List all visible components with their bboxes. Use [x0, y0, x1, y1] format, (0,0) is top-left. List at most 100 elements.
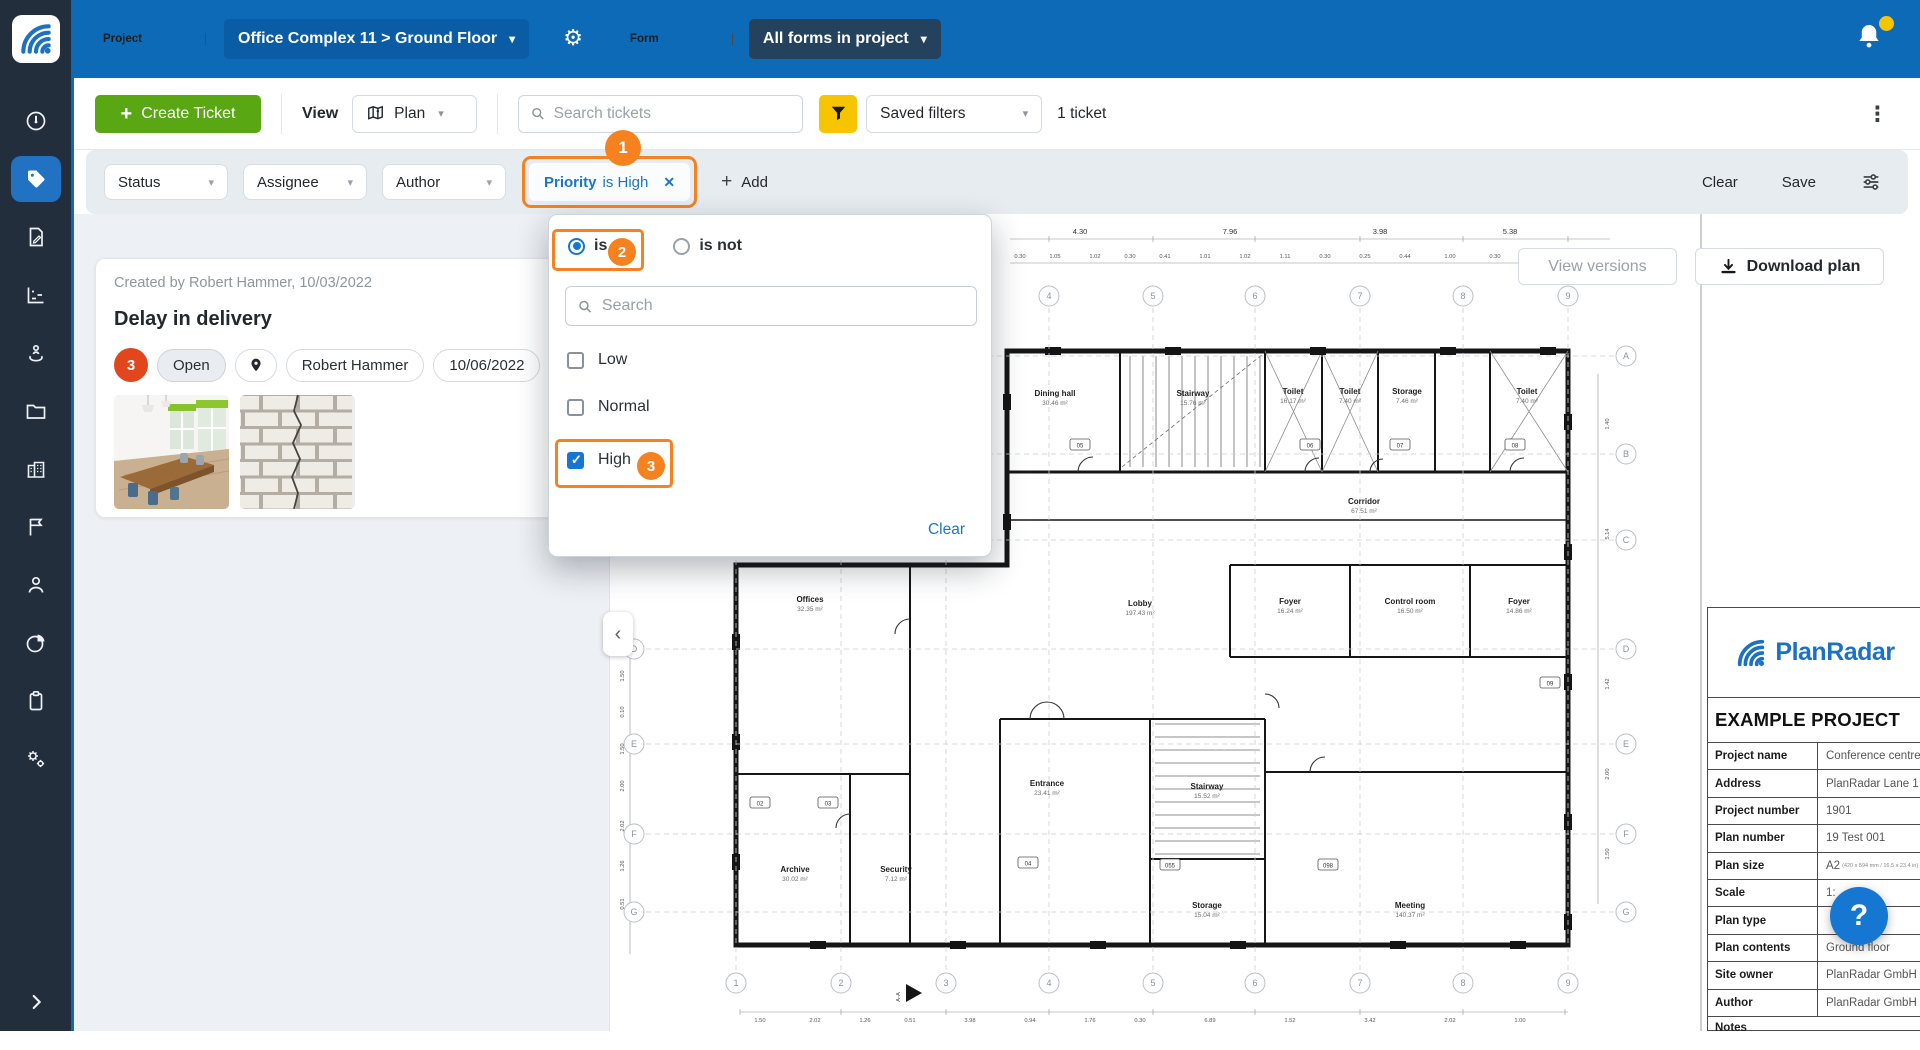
thumbnail-meeting-room[interactable]	[114, 395, 229, 509]
cracked-brick-wall-photo	[240, 395, 352, 509]
filter-button[interactable]	[819, 95, 857, 133]
room-label: Toilet	[1283, 387, 1304, 396]
dimension-label: 2.02	[809, 1018, 820, 1024]
checkbox-normal[interactable]	[567, 399, 584, 416]
operator-is-not-radio[interactable]	[673, 238, 690, 255]
flag-icon	[24, 515, 48, 539]
room-area-label: 32.35 m²	[797, 606, 823, 613]
view-versions-button[interactable]: View versions	[1518, 248, 1677, 285]
grid-column-label: 5	[1150, 291, 1155, 301]
sidebar-item-contacts[interactable]	[0, 556, 71, 614]
room-label: Dining hall	[1035, 389, 1076, 398]
view-mode-selector[interactable]: Plan ▾	[352, 95, 477, 133]
annotation-highlight-priority-chip: Priority is High ✕	[522, 156, 697, 208]
plus-icon: +	[721, 171, 732, 193]
sidebar-item-reports[interactable]	[0, 614, 71, 672]
download-icon	[1719, 257, 1738, 276]
ticket-count: 1 ticket	[1057, 105, 1106, 123]
search-tickets-input[interactable]	[554, 105, 792, 123]
door-tag-label: 04	[1025, 862, 1032, 868]
tag-icon	[24, 167, 48, 191]
sidebar-expand-button[interactable]	[0, 991, 71, 1013]
filter-settings-button[interactable]	[1860, 171, 1882, 193]
room-label: Foyer	[1279, 597, 1301, 606]
sidebar-item-dashboard[interactable]	[0, 92, 71, 150]
sliders-icon	[1860, 171, 1882, 193]
checkbox-low[interactable]	[567, 352, 584, 369]
sidebar-item-documents[interactable]	[0, 382, 71, 440]
filter-chip-assignee[interactable]: Assignee ▾	[243, 164, 367, 200]
option-search	[565, 286, 977, 326]
option-label: Low	[598, 351, 627, 369]
room-area-label: 14.86 m²	[1506, 608, 1532, 615]
planradar-swirl-icon	[17, 20, 55, 58]
room-label: Meeting	[1395, 901, 1425, 910]
operator-is-radio[interactable]	[568, 238, 585, 255]
more-options-kebab-icon[interactable]: ⋮	[1867, 102, 1888, 126]
notifications-button[interactable]	[1854, 20, 1892, 58]
grid-column-label: 6	[1252, 978, 1257, 988]
sidebar-item-tickets[interactable]	[0, 150, 71, 208]
grid-column-label: 8	[1460, 978, 1465, 988]
form-selector[interactable]: All forms in project ▾	[749, 19, 941, 59]
grid-row-label: B	[1623, 449, 1629, 459]
download-plan-button[interactable]: Download plan	[1695, 248, 1884, 285]
sidebar-item-company[interactable]	[0, 440, 71, 498]
project-selector[interactable]: Office Complex 11 > Ground Floor ▾	[224, 19, 529, 59]
option-high[interactable]: High	[567, 451, 631, 469]
sidebar-item-settings[interactable]	[0, 730, 71, 788]
dimension-label: 0.30	[1124, 254, 1135, 260]
save-filters-button[interactable]: Save	[1782, 174, 1816, 191]
grid-column-label: 2	[838, 978, 843, 988]
divider	[497, 94, 498, 134]
form-label: Form	[623, 33, 733, 45]
titleblock-row: AddressPlanRadar Lane 1	[1708, 770, 1920, 797]
sidebar-item-tasks[interactable]	[0, 672, 71, 730]
planradar-logo[interactable]	[12, 15, 60, 63]
filter-chip-author[interactable]: Author ▾	[382, 164, 506, 200]
collapse-panel-button[interactable]: ‹	[603, 612, 633, 656]
divider	[281, 94, 282, 134]
add-filter-button[interactable]: + Add	[721, 171, 768, 193]
titleblock-row: Project nameConference centre	[1708, 743, 1920, 770]
room-area-label: 16.24 m²	[1277, 608, 1303, 615]
saved-filters-selector[interactable]: Saved filters ▾	[866, 95, 1042, 133]
thumbnail-brick-wall[interactable]	[240, 395, 355, 509]
person-location-icon	[24, 341, 48, 365]
create-ticket-button[interactable]: + Create Ticket	[95, 95, 261, 133]
sidebar-item-flags[interactable]	[0, 498, 71, 556]
checkbox-high-checked[interactable]	[567, 452, 584, 469]
annotation-step-1-badge: 1	[605, 130, 641, 166]
option-search-input[interactable]	[602, 297, 965, 315]
help-button[interactable]: ?	[1830, 887, 1888, 945]
option-low[interactable]: Low	[567, 351, 627, 369]
sidebar-item-forms[interactable]	[0, 208, 71, 266]
dimension-label: 5.14	[1605, 528, 1611, 540]
saved-filters-label: Saved filters	[880, 105, 965, 123]
chip-label: Status	[118, 174, 161, 191]
ticket-count-badge: 3	[114, 348, 148, 382]
remove-filter-close-icon[interactable]: ✕	[663, 174, 675, 191]
grid-column-label: 9	[1565, 978, 1570, 988]
assignee-pill: Robert Hammer	[286, 349, 425, 382]
folder-icon	[24, 399, 48, 423]
filter-chip-priority-active[interactable]: Priority is High ✕	[529, 163, 690, 201]
sidebar-item-site[interactable]	[0, 324, 71, 382]
chevron-down-icon: ▾	[347, 176, 353, 189]
clear-selection-link[interactable]: Clear	[928, 521, 965, 539]
dimension-label: 0.94	[1024, 1018, 1036, 1024]
dimension-label: 0.30	[1319, 254, 1330, 260]
option-normal[interactable]: Normal	[567, 398, 650, 416]
brand-name: PlanRadar	[1775, 638, 1894, 667]
dimension-label: 3.42	[1364, 1018, 1375, 1024]
chip-label: Author	[396, 174, 440, 191]
project-settings-gear-icon[interactable]: ⚙	[563, 28, 583, 50]
grid-row-label: G	[630, 907, 637, 917]
section-marker-arrow	[906, 984, 922, 1002]
clear-filters-button[interactable]: Clear	[1702, 174, 1738, 191]
statistics-chart-icon	[24, 283, 48, 307]
option-label: High	[598, 451, 631, 469]
sidebar-item-statistics[interactable]	[0, 266, 71, 324]
filter-chip-status[interactable]: Status ▾	[104, 164, 228, 200]
dimension-label: 0.51	[620, 898, 626, 909]
